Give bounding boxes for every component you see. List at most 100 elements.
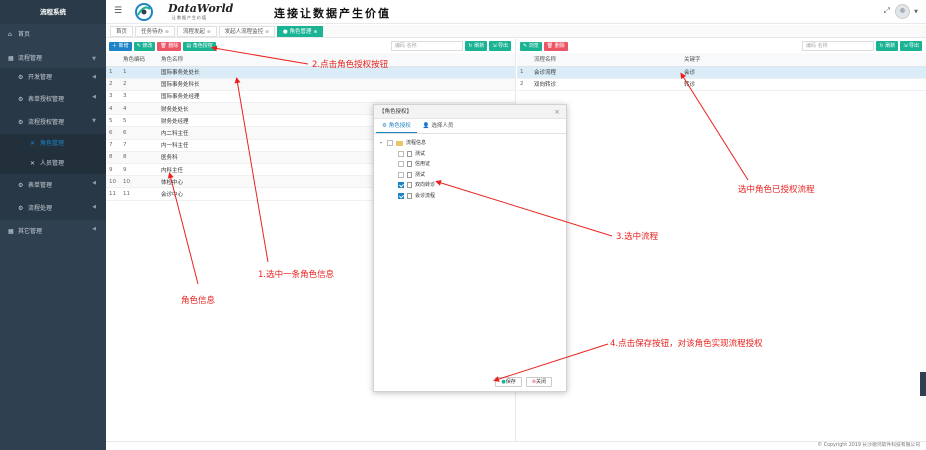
row-index: 3 <box>106 90 120 104</box>
tree-checkbox[interactable] <box>398 161 404 168</box>
sidebar-item-process-auth[interactable]: ⚙ 流程授权管理 ▼ <box>0 112 106 134</box>
close-button[interactable]: ⊗关闭 <box>525 377 552 387</box>
menu-toggle-icon[interactable]: ☰ <box>114 6 122 16</box>
tab-home[interactable]: 首页 <box>110 25 134 37</box>
tree-root[interactable]: ▾ 流程信息 <box>374 138 566 149</box>
button-label: 导出 <box>497 43 508 49</box>
annotation-role-info: 角色信息 <box>181 296 216 306</box>
tab-role-grant[interactable]: ⚙ 角色授权 <box>376 119 417 133</box>
table-header: 角色编码 角色名称 <box>106 53 515 67</box>
role-grant-dialog: 【角色授权】 × ⚙ 角色授权 👤 选择人员 ▾ 流程信息 测试 信用证 测试 双向转… <box>373 104 567 392</box>
sidebar-item-label: 首页 <box>18 31 31 38</box>
role-grant-button[interactable]: ▤ 角色授权 <box>183 41 216 51</box>
refresh-button[interactable]: ↻ 刷新 <box>465 41 488 51</box>
footer-copyright: © Copyright 2019 长沙德鸿软件科技有限公司 <box>106 441 926 450</box>
process-search-input[interactable]: 编码 名称 <box>802 41 874 51</box>
chevron-down-icon[interactable]: ▼ <box>914 9 918 15</box>
dialog-footer: ●保存 ⊗关闭 <box>495 377 552 387</box>
sidebar-item-label: 表单管理 <box>28 182 53 189</box>
column-header[interactable]: 角色编码 <box>120 53 158 67</box>
close-icon[interactable]: ⊗ <box>265 30 269 35</box>
close-icon[interactable]: ⊗ <box>207 30 211 35</box>
tab-initiator-monitor[interactable]: 发起人流程监控 ⊗ <box>218 25 275 37</box>
annotation-step-4: 4.点击保存按钮，对该角色实现流程授权 <box>610 339 763 349</box>
tree-checkbox[interactable] <box>387 140 393 147</box>
sidebar-item-user-management[interactable]: ✕ 人员管理 <box>0 154 106 174</box>
add-button[interactable]: ＋ 新增 <box>109 41 132 51</box>
user-avatar[interactable] <box>895 4 910 19</box>
sidebar-item-process-management[interactable]: ▦ 流程管理 ▼ <box>0 50 106 68</box>
edit-button[interactable]: ✎ 修改 <box>133 41 156 51</box>
export-button[interactable]: ⇲ 导出 <box>900 41 922 51</box>
file-icon <box>407 192 412 199</box>
sidebar-item-form-auth[interactable]: ⚙ 表单授权管理 ◀ <box>0 88 106 112</box>
tab-select-users[interactable]: 👤 选择人员 <box>417 119 460 133</box>
row-index: 8 <box>106 151 120 165</box>
tree-checkbox[interactable] <box>398 150 404 157</box>
sidebar-item-home[interactable]: ⌂ 首页 <box>0 26 106 44</box>
browse-button[interactable]: ✎ 浏览 <box>520 41 542 51</box>
brand-name: DataWorld <box>168 2 234 15</box>
dialog-title: 【角色授权】 <box>379 109 413 115</box>
tree-label: 双向转诊 <box>415 182 436 188</box>
close-icon[interactable]: ⊗ <box>313 30 317 35</box>
tree-label: 测试 <box>415 171 426 178</box>
sidebar-item-form-management[interactable]: ⚙ 表单管理 ◀ <box>0 174 106 198</box>
tab-todo[interactable]: 任务待办 ⊗ <box>135 25 175 37</box>
table-row[interactable]: 1 会诊流程 会诊 <box>517 66 926 79</box>
tree-checkbox[interactable] <box>398 171 404 178</box>
tree-item[interactable]: 会诊流程 <box>374 191 566 202</box>
button-label: 关闭 <box>535 379 546 385</box>
tree-item[interactable]: 测试 <box>374 170 566 181</box>
sidebar-item-other-management[interactable]: ▦ 其它管理 ◀ <box>0 220 106 244</box>
sidebar-item-label: 其它管理 <box>18 228 43 235</box>
tab-role-management[interactable]: ● 角色管理 ⊗ <box>276 25 324 37</box>
folder-icon <box>396 140 403 146</box>
table-row[interactable]: 2 双向转诊 转诊 <box>517 78 926 91</box>
fullscreen-icon[interactable]: ⤢ <box>884 6 890 16</box>
role-name-cell: 国际事务处经理 <box>158 90 515 104</box>
refresh-button[interactable]: ↻ 刷新 <box>876 41 899 51</box>
save-button[interactable]: ●保存 <box>495 377 522 387</box>
sidebar-item-dev-management[interactable]: ⚙ 开发管理 ◀ <box>0 68 106 88</box>
file-icon <box>407 171 412 178</box>
column-header[interactable]: 流程名称 <box>531 53 681 67</box>
sidebar-item-process-handling[interactable]: ⚙ 流程处理 ◀ <box>0 198 106 220</box>
file-icon <box>407 150 412 157</box>
sidebar-item-role-management[interactable]: ✕ 角色管理 <box>0 134 106 154</box>
close-icon[interactable]: × <box>554 105 560 119</box>
tree-checkbox[interactable] <box>398 182 404 189</box>
caret-down-icon[interactable]: ▾ <box>380 138 387 149</box>
column-header[interactable]: 关键字 <box>681 53 926 67</box>
row-index: 1 <box>106 66 120 79</box>
close-icon[interactable]: ⊗ <box>165 30 169 35</box>
role-code-cell: 8 <box>120 151 158 165</box>
button-label: 浏览 <box>528 42 539 49</box>
gear-icon: ⚙ <box>18 96 24 103</box>
table-row[interactable]: 2 2 国际事务处科长 <box>106 78 515 91</box>
button-label: 删除 <box>168 42 179 49</box>
delete-button[interactable]: 🗑 删除 <box>157 41 182 51</box>
table-row[interactable]: 3 3 国际事务处经理 <box>106 90 515 104</box>
export-button[interactable]: ⇲ 导出 <box>489 41 511 51</box>
process-key-cell: 会诊 <box>681 66 926 79</box>
sidebar-item-label: 表单授权管理 <box>28 96 65 103</box>
tree-label: 测试 <box>415 150 426 157</box>
dialog-tabs: ⚙ 角色授权 👤 选择人员 <box>374 119 566 134</box>
tree-item[interactable]: 测试 <box>374 149 566 160</box>
tree-item[interactable]: 双向转诊 <box>374 180 566 191</box>
tab-start-process[interactable]: 流程发起 ⊗ <box>176 25 217 37</box>
row-index: 6 <box>106 126 120 140</box>
table-row[interactable]: 1 1 国际事务处处长 <box>106 66 515 79</box>
chevron-right-icon: ◀ <box>92 204 96 210</box>
row-index: 7 <box>106 139 120 152</box>
dataworld-logo-icon <box>135 3 153 21</box>
tree-checkbox[interactable] <box>398 192 404 199</box>
delete-button[interactable]: 🗑 删除 <box>543 41 568 51</box>
annotation-authorized: 选中角色已授权流程 <box>738 185 815 195</box>
role-search-input[interactable]: 编码 名称 <box>391 41 463 51</box>
tree-item[interactable]: 信用证 <box>374 159 566 170</box>
row-index: 5 <box>106 114 120 128</box>
side-handle[interactable] <box>920 372 926 396</box>
cog-icon: ⚙ <box>382 123 389 129</box>
